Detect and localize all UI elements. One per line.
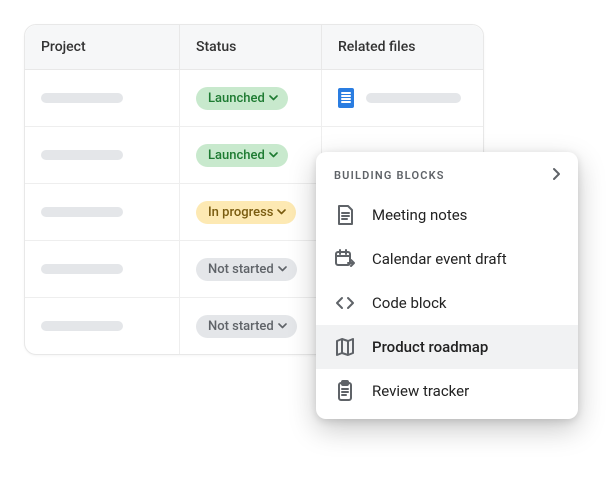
col-header-files: Related files: [322, 25, 483, 69]
menu-item-clipboard[interactable]: Review tracker: [316, 369, 578, 413]
chevron-down-icon: [278, 319, 287, 334]
cell-project: [25, 127, 180, 183]
status-label: Launched: [208, 91, 265, 106]
note-icon: [334, 204, 356, 226]
menu-item-label: Calendar event draft: [372, 250, 507, 268]
map-icon: [334, 336, 356, 358]
chevron-right-icon[interactable]: [552, 166, 562, 185]
popup-title: BUILDING BLOCKS: [334, 169, 445, 182]
status-label: In progress: [208, 205, 273, 220]
status-label: Not started: [208, 319, 274, 334]
placeholder-text: [41, 93, 123, 103]
col-header-status: Status: [180, 25, 322, 69]
status-pill[interactable]: Launched: [196, 87, 288, 110]
popup-menu: Meeting notes Calendar event draft Code bl…: [316, 193, 578, 419]
cell-status: In progress: [180, 184, 322, 240]
cell-status: Launched: [180, 70, 322, 126]
clipboard-icon: [334, 380, 356, 402]
calendar-icon: [334, 248, 356, 270]
chevron-down-icon: [269, 148, 278, 163]
menu-item-calendar[interactable]: Calendar event draft: [316, 237, 578, 281]
cell-project: [25, 70, 180, 126]
status-label: Launched: [208, 148, 265, 163]
status-pill[interactable]: In progress: [196, 201, 296, 224]
menu-item-label: Meeting notes: [372, 206, 467, 224]
menu-item-label: Review tracker: [372, 382, 469, 400]
code-icon: [334, 292, 356, 314]
cell-status: Not started: [180, 241, 322, 297]
doc-icon: [338, 88, 354, 108]
placeholder-text: [41, 264, 123, 274]
menu-item-note[interactable]: Meeting notes: [316, 193, 578, 237]
cell-status: Launched: [180, 127, 322, 183]
placeholder-text: [41, 150, 123, 160]
status-pill[interactable]: Launched: [196, 144, 288, 167]
menu-item-map[interactable]: Product roadmap: [316, 325, 578, 369]
building-blocks-popup: BUILDING BLOCKS Meeting notes Calendar ev…: [316, 152, 578, 419]
menu-item-code[interactable]: Code block: [316, 281, 578, 325]
chevron-down-icon: [278, 262, 287, 277]
placeholder-text: [41, 321, 123, 331]
cell-status: Not started: [180, 298, 322, 354]
cell-project: [25, 298, 180, 354]
menu-item-label: Product roadmap: [372, 338, 488, 356]
table-header-row: Project Status Related files: [25, 25, 483, 70]
menu-item-label: Code block: [372, 294, 447, 312]
status-pill[interactable]: Not started: [196, 315, 297, 338]
placeholder-text: [366, 93, 461, 103]
chevron-down-icon: [277, 205, 286, 220]
status-pill[interactable]: Not started: [196, 258, 297, 281]
table-row: Launched: [25, 70, 483, 127]
cell-project: [25, 241, 180, 297]
placeholder-text: [41, 207, 123, 217]
status-label: Not started: [208, 262, 274, 277]
chevron-down-icon: [269, 91, 278, 106]
cell-project: [25, 184, 180, 240]
popup-header: BUILDING BLOCKS: [316, 152, 578, 193]
cell-files: [322, 70, 483, 126]
col-header-project: Project: [25, 25, 180, 69]
